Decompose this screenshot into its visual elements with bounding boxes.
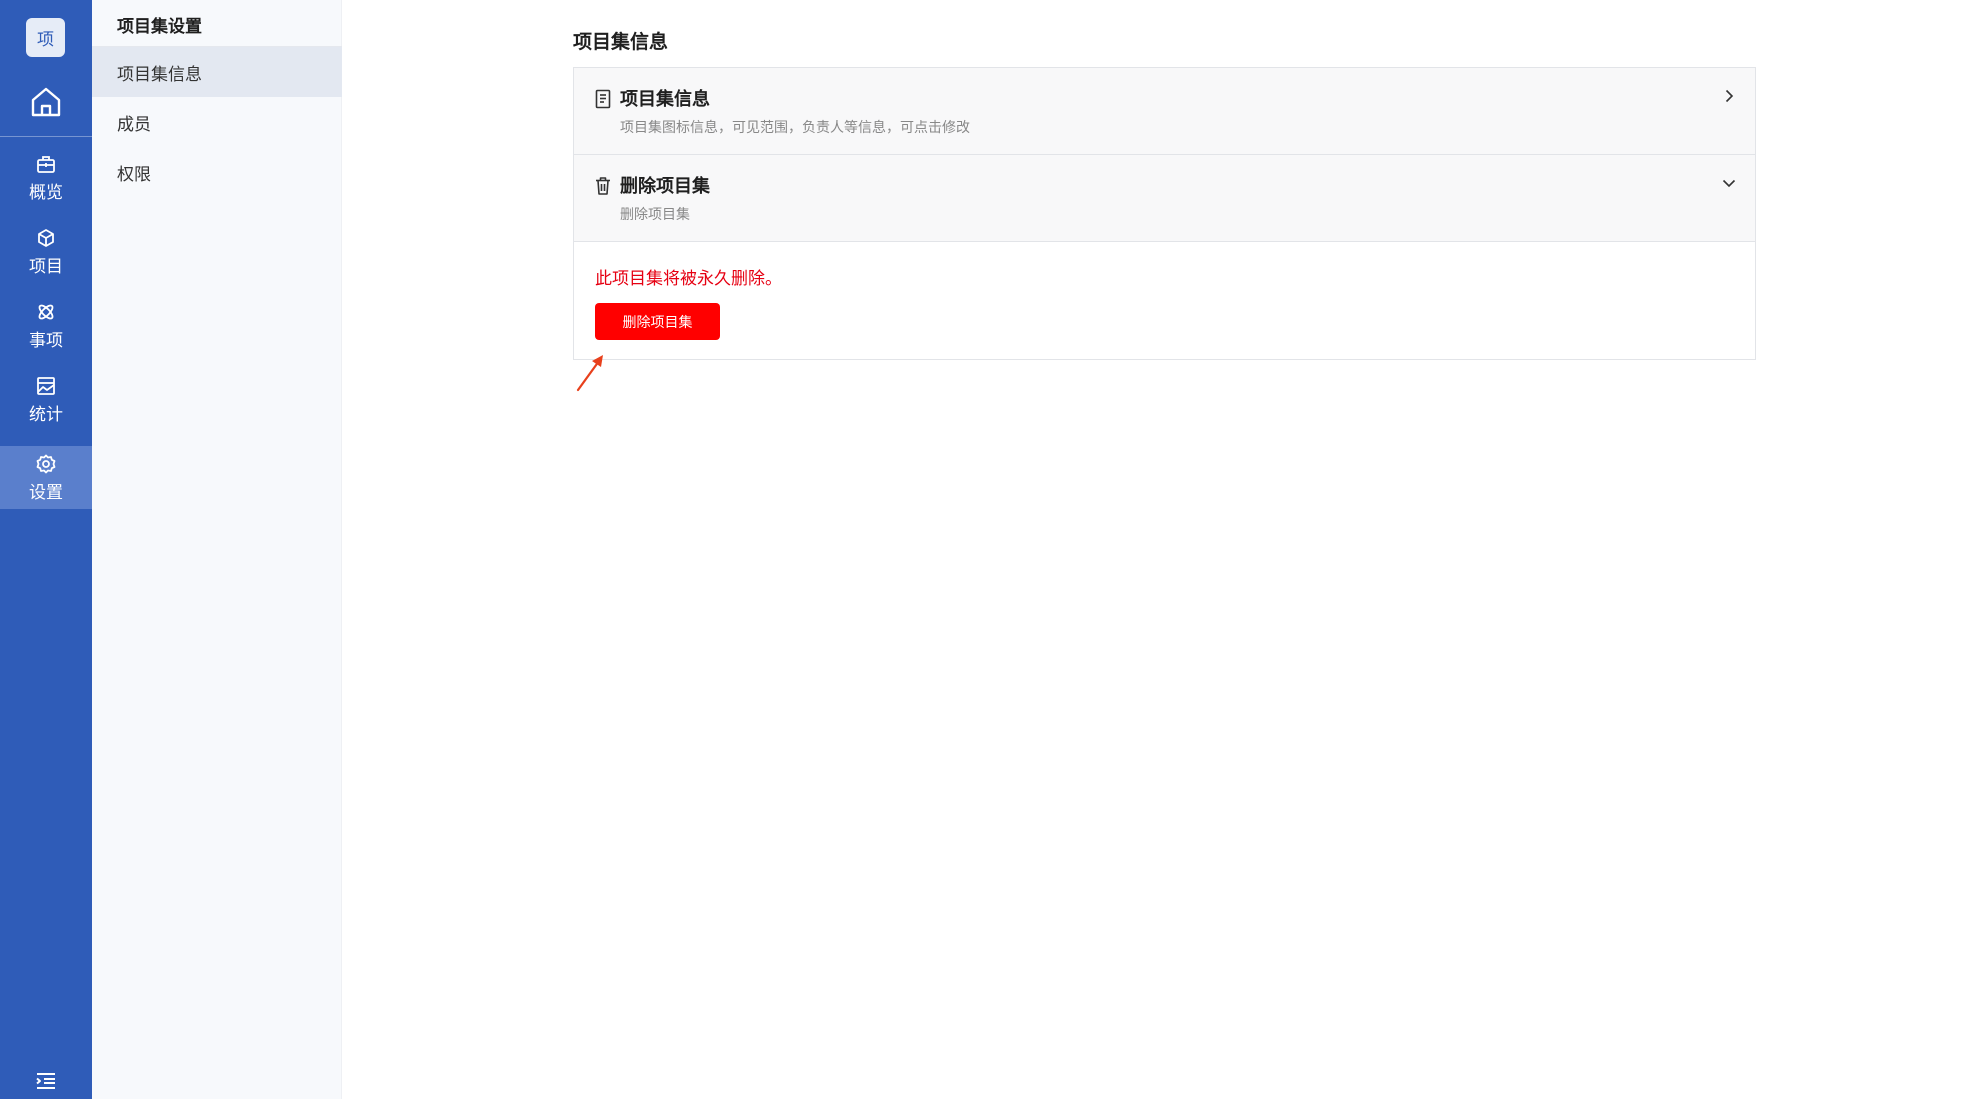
- delete-warning-text: 此项目集将被永久删除。: [595, 269, 782, 289]
- chevron-down-icon: [1722, 179, 1736, 188]
- sidebar-item-project-set-info[interactable]: 项目集信息: [92, 47, 342, 97]
- cube-icon: [38, 228, 54, 247]
- gear-icon: [36, 454, 56, 473]
- info-row-title: 项目集信息: [620, 89, 710, 110]
- settings-sidebar: 项目集设置 项目集信息 成员 权限: [92, 0, 342, 1099]
- rail-item-statistics[interactable]: 统计: [0, 368, 92, 431]
- collapse-menu-icon[interactable]: [35, 1071, 57, 1091]
- document-icon: [595, 89, 611, 109]
- sidebar-title: 项目集设置: [117, 17, 202, 37]
- sidebar-item-permissions[interactable]: 权限: [92, 147, 342, 197]
- delete-row-description: 删除项目集: [620, 207, 690, 223]
- chevron-right-icon: [1725, 89, 1734, 103]
- app-rail: 项 概览 项目 事项 统计 设置: [0, 0, 92, 1099]
- home-icon[interactable]: [28, 84, 64, 120]
- rail-item-label: 设置: [29, 482, 63, 503]
- briefcase-icon: [37, 155, 55, 173]
- sidebar-item-members[interactable]: 成员: [92, 97, 342, 147]
- info-row-description: 项目集图标信息，可见范围，负责人等信息，可点击修改: [620, 120, 970, 136]
- rail-item-overview[interactable]: 概览: [0, 146, 92, 209]
- delete-project-set-button[interactable]: 删除项目集: [595, 303, 720, 340]
- sidebar-item-label: 成员: [117, 114, 151, 135]
- rail-item-projects[interactable]: 项目: [0, 220, 92, 283]
- page-title: 项目集信息: [573, 31, 669, 53]
- rail-item-label: 统计: [29, 404, 63, 425]
- rail-item-settings[interactable]: 设置: [0, 446, 92, 509]
- settings-panel: 项目集信息 项目集图标信息，可见范围，负责人等信息，可点击修改 删除项目集 删除…: [573, 67, 1756, 360]
- logo-text: 项: [37, 30, 54, 50]
- sidebar-item-label: 权限: [117, 164, 151, 185]
- rail-item-label: 事项: [29, 330, 63, 351]
- chart-image-icon: [37, 376, 55, 395]
- rail-item-issues[interactable]: 事项: [0, 294, 92, 357]
- annotation-arrow: [576, 355, 603, 392]
- project-set-logo[interactable]: 项: [26, 18, 65, 57]
- info-row[interactable]: 项目集信息 项目集图标信息，可见范围，负责人等信息，可点击修改: [574, 68, 1755, 155]
- rail-divider: [0, 136, 92, 137]
- trash-icon: [596, 177, 610, 195]
- rail-item-label: 概览: [29, 182, 63, 203]
- atom-icon: [38, 304, 54, 319]
- rail-item-label: 项目: [29, 256, 63, 277]
- delete-row[interactable]: 删除项目集 删除项目集: [574, 155, 1755, 242]
- delete-row-title: 删除项目集: [620, 176, 710, 197]
- sidebar-item-label: 项目集信息: [117, 64, 202, 85]
